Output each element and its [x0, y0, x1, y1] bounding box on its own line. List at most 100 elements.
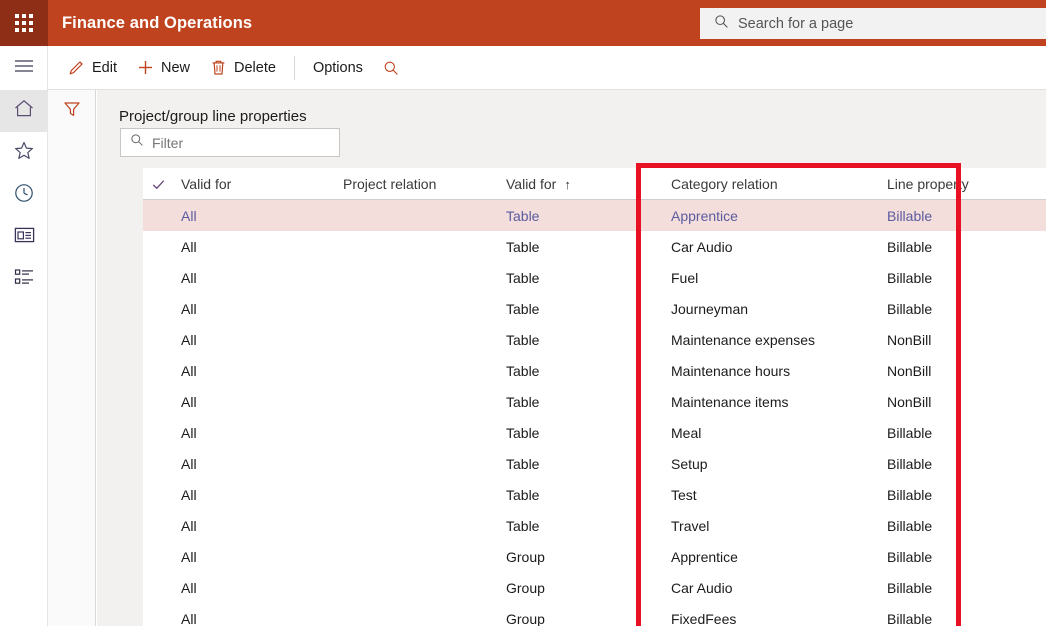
cell-valid-for-1: All: [181, 486, 197, 503]
star-icon: [14, 141, 34, 165]
app-title: Finance and Operations: [62, 13, 253, 32]
cell-line-property: Billable: [887, 300, 933, 317]
cell-valid-for-1: All: [181, 207, 197, 224]
options-button[interactable]: Options: [303, 46, 373, 90]
navigation-menu-button[interactable]: [0, 46, 48, 90]
table-row[interactable]: All Table Apprentice Billable: [143, 200, 1046, 231]
global-search-box[interactable]: Search for a page: [700, 8, 1046, 39]
waffle-menu-button[interactable]: [0, 0, 48, 46]
column-header-label: Valid for: [506, 176, 557, 192]
cell-valid-for-1: All: [181, 238, 197, 255]
edit-button[interactable]: Edit: [58, 46, 127, 90]
content-area: Project/group line properties Filter Val…: [97, 90, 1046, 626]
table-row[interactable]: All Table Meal Billable: [143, 417, 1046, 448]
data-grid: Valid for Project relation Valid for ↑ C…: [120, 168, 1046, 626]
cell-category-relation: Fuel: [671, 269, 699, 286]
cell-valid-for-2: Table: [506, 517, 540, 534]
cell-line-property: Billable: [887, 269, 933, 286]
plus-icon: [137, 59, 154, 76]
search-icon: [714, 14, 729, 34]
cell-valid-for-2: Table: [506, 486, 540, 503]
cell-category-relation: FixedFees: [671, 610, 737, 626]
cell-valid-for-2: Table: [506, 300, 540, 317]
cell-valid-for-1: All: [181, 517, 197, 534]
table-row[interactable]: All Table Maintenance expenses NonBill: [143, 324, 1046, 355]
filter-pane-toggle[interactable]: [48, 90, 96, 132]
column-header-line-property[interactable]: Line property: [887, 168, 969, 200]
table-row[interactable]: All Group FixedFees Billable: [143, 603, 1046, 626]
cell-line-property: Billable: [887, 579, 933, 596]
table-row[interactable]: All Group Car Audio Billable: [143, 572, 1046, 603]
quick-filter-placeholder: Filter: [152, 134, 184, 151]
table-row[interactable]: All Table Test Billable: [143, 479, 1046, 510]
cell-valid-for-1: All: [181, 455, 197, 472]
cell-valid-for-1: All: [181, 300, 197, 317]
sidebar-item-workspaces[interactable]: [0, 216, 48, 258]
cell-category-relation: Setup: [671, 455, 708, 472]
cell-category-relation: Journeyman: [671, 300, 749, 317]
cell-line-property: Billable: [887, 548, 933, 565]
cell-valid-for-1: All: [181, 362, 197, 379]
grid-left-gutter: [120, 168, 143, 626]
column-header-label: Category relation: [671, 176, 778, 192]
cell-valid-for-2: Table: [506, 207, 540, 224]
column-header-valid-for-2[interactable]: Valid for ↑: [506, 168, 571, 200]
column-header-valid-for-1[interactable]: Valid for: [181, 168, 231, 200]
column-header-category-relation[interactable]: Category relation: [671, 168, 778, 200]
table-row[interactable]: All Table Car Audio Billable: [143, 231, 1046, 262]
hamburger-icon: [14, 59, 34, 78]
global-search-placeholder: Search for a page: [738, 15, 854, 32]
cell-category-relation: Maintenance items: [671, 393, 789, 410]
cell-category-relation: Test: [671, 486, 697, 503]
cell-valid-for-1: All: [181, 393, 197, 410]
sidebar-item-recents[interactable]: [0, 174, 48, 216]
table-row[interactable]: All Table Journeyman Billable: [143, 293, 1046, 324]
modules-icon: [14, 268, 35, 291]
quick-filter-input[interactable]: Filter: [120, 128, 340, 157]
delete-button[interactable]: Delete: [200, 46, 286, 90]
grid-header-row: Valid for Project relation Valid for ↑ C…: [143, 168, 1046, 200]
select-all-checkmark[interactable]: [151, 168, 166, 200]
delete-button-label: Delete: [234, 59, 276, 76]
sort-ascending-icon: ↑: [564, 176, 571, 192]
cell-line-property: Billable: [887, 455, 933, 472]
filter-pane: [48, 90, 96, 626]
cell-valid-for-2: Table: [506, 393, 540, 410]
column-header-project-relation[interactable]: Project relation: [343, 168, 436, 200]
cell-category-relation: Maintenance hours: [671, 362, 791, 379]
checkmark-icon: [152, 179, 165, 189]
cell-valid-for-2: Table: [506, 238, 540, 255]
new-button[interactable]: New: [127, 46, 200, 90]
command-bar-search-button[interactable]: [373, 46, 416, 90]
options-button-label: Options: [312, 59, 363, 76]
sidebar-item-modules[interactable]: [0, 258, 48, 300]
cell-line-property: Billable: [887, 610, 933, 626]
table-row[interactable]: All Table Fuel Billable: [143, 262, 1046, 293]
cell-line-property: Billable: [887, 207, 933, 224]
command-bar-divider: [293, 55, 295, 80]
table-row[interactable]: All Table Maintenance items NonBill: [143, 386, 1046, 417]
table-row[interactable]: All Table Travel Billable: [143, 510, 1046, 541]
cell-category-relation: Meal: [671, 424, 702, 441]
cell-valid-for-1: All: [181, 269, 197, 286]
grid-rows-container: All Table Apprentice Billable All Table Car Au…: [143, 200, 1046, 626]
cell-line-property: Billable: [887, 238, 933, 255]
column-header-label: Valid for: [181, 176, 232, 192]
cell-valid-for-2: Table: [506, 455, 540, 472]
top-navigation-bar: Finance and Operations Search for a page: [0, 0, 1046, 46]
cell-valid-for-2: Table: [506, 269, 540, 286]
cell-category-relation: Apprentice: [671, 548, 738, 565]
cell-valid-for-2: Table: [506, 331, 540, 348]
sidebar-item-home[interactable]: [0, 90, 48, 132]
cell-valid-for-1: All: [181, 331, 197, 348]
cell-valid-for-2: Table: [506, 424, 540, 441]
table-row[interactable]: All Table Setup Billable: [143, 448, 1046, 479]
sidebar-item-favorites[interactable]: [0, 132, 48, 174]
cell-valid-for-2: Group: [506, 610, 545, 626]
cell-category-relation: Car Audio: [671, 238, 733, 255]
table-row[interactable]: All Group Apprentice Billable: [143, 541, 1046, 572]
table-row[interactable]: All Table Maintenance hours NonBill: [143, 355, 1046, 386]
cell-line-property: NonBill: [887, 393, 932, 410]
search-icon: [383, 60, 399, 76]
cell-valid-for-2: Group: [506, 548, 545, 565]
